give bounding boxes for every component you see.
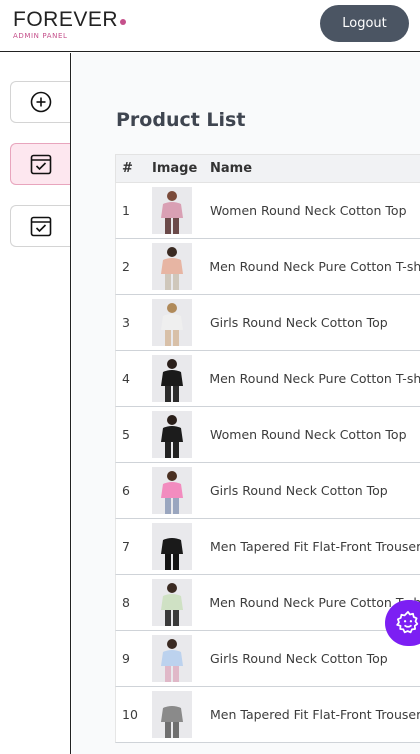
table-row[interactable]: 2 Men Round Neck Pure Cotton T-shirt xyxy=(115,239,420,295)
row-number: 1 xyxy=(122,203,130,218)
product-thumbnail[interactable] xyxy=(152,411,192,458)
product-photo-icon xyxy=(161,695,183,738)
calendar-check-icon xyxy=(30,154,51,175)
row-number: 2 xyxy=(122,259,130,274)
sidebar-item-orders[interactable] xyxy=(10,205,70,247)
row-number: 10 xyxy=(122,707,138,722)
logo-text: FOREVER xyxy=(13,8,119,31)
product-photo-icon xyxy=(160,359,183,402)
column-header-image: Image xyxy=(152,161,198,176)
row-number: 6 xyxy=(122,483,130,498)
sidebar-item-add[interactable] xyxy=(10,81,70,123)
table-row[interactable]: 9 Girls Round Neck Cotton Top xyxy=(115,631,420,687)
product-thumbnail[interactable] xyxy=(152,299,192,346)
product-name: Girls Round Neck Cotton Top xyxy=(210,483,388,498)
product-table: # Image Name 1 Women Round Neck Cotton To… xyxy=(115,154,420,743)
product-thumbnail[interactable] xyxy=(152,691,192,738)
table-row[interactable]: 7 Men Tapered Fit Flat-Front Trousers xyxy=(115,519,420,575)
product-thumbnail[interactable] xyxy=(152,467,192,514)
row-number: 5 xyxy=(122,427,130,442)
logo-subtitle: ADMIN PANEL xyxy=(13,32,68,40)
product-name: Girls Round Neck Cotton Top xyxy=(210,651,388,666)
table-row[interactable]: 5 Women Round Neck Cotton Top xyxy=(115,407,420,463)
product-name: Men Tapered Fit Flat-Front Trousers xyxy=(210,707,420,722)
add-circle-icon xyxy=(30,91,51,113)
table-row[interactable]: 4 Men Round Neck Pure Cotton T-shirt xyxy=(115,351,420,407)
product-photo-icon xyxy=(161,303,183,346)
row-number: 7 xyxy=(122,539,130,554)
table-header: # Image Name xyxy=(115,154,420,183)
product-thumbnail[interactable] xyxy=(152,635,192,682)
product-thumbnail[interactable] xyxy=(151,243,192,290)
product-photo-icon xyxy=(160,247,183,290)
table-row[interactable]: 1 Women Round Neck Cotton Top xyxy=(115,183,420,239)
row-number: 9 xyxy=(122,651,130,666)
sidebar xyxy=(0,53,71,754)
table-row[interactable]: 10 Men Tapered Fit Flat-Front Trousers xyxy=(115,687,420,743)
product-name: Men Tapered Fit Flat-Front Trousers xyxy=(210,539,420,554)
sidebar-item-list[interactable] xyxy=(10,143,70,185)
row-number: 4 xyxy=(122,371,130,386)
main-content: Product List # Image Name 1 Women Round N… xyxy=(72,53,420,754)
table-row[interactable]: 8 Men Round Neck Pure Cotton T-shirt xyxy=(115,575,420,631)
product-thumbnail[interactable] xyxy=(152,523,192,570)
table-row[interactable]: 6 Girls Round Neck Cotton Top xyxy=(115,463,420,519)
product-name: Men Round Neck Pure Cotton T-shirt xyxy=(209,259,420,274)
product-thumbnail[interactable] xyxy=(152,187,192,234)
page-title: Product List xyxy=(116,109,246,131)
table-row[interactable]: 3 Girls Round Neck Cotton Top xyxy=(115,295,420,351)
gear-icon xyxy=(396,611,419,634)
product-name: Girls Round Neck Cotton Top xyxy=(210,315,388,330)
top-header: FOREVER ADMIN PANEL Logout xyxy=(0,0,420,52)
product-thumbnail[interactable] xyxy=(151,579,192,626)
product-thumbnail[interactable] xyxy=(151,355,192,402)
brand-logo[interactable]: FOREVER ADMIN PANEL xyxy=(13,8,127,40)
product-name: Men Round Neck Pure Cotton T-shirt xyxy=(209,595,420,610)
column-header-num: # xyxy=(122,161,133,176)
product-photo-icon xyxy=(161,639,183,682)
row-number: 3 xyxy=(122,315,130,330)
product-photo-icon xyxy=(161,191,183,234)
product-name: Women Round Neck Cotton Top xyxy=(210,203,407,218)
product-photo-icon xyxy=(161,527,183,570)
product-photo-icon xyxy=(160,583,183,626)
product-name: Women Round Neck Cotton Top xyxy=(210,427,407,442)
product-name: Men Round Neck Pure Cotton T-shirt xyxy=(209,371,420,386)
product-photo-icon xyxy=(161,471,183,514)
calendar-check-icon xyxy=(30,216,51,237)
logo-dot-icon xyxy=(120,19,127,25)
column-header-name: Name xyxy=(210,161,253,176)
product-photo-icon xyxy=(161,415,183,458)
row-number: 8 xyxy=(122,595,130,610)
logout-button[interactable]: Logout xyxy=(320,5,409,42)
